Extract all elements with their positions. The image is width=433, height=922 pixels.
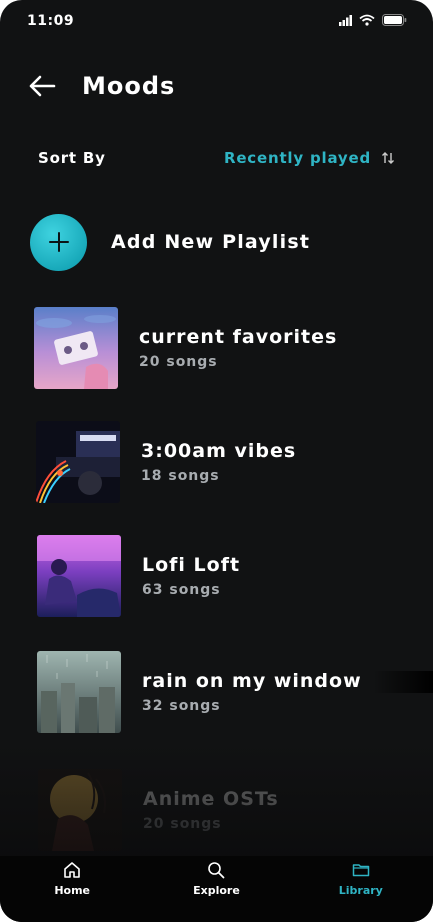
- plus-icon: [48, 232, 69, 252]
- playlist-title: rain on my window: [142, 670, 362, 692]
- wifi-icon: [359, 14, 375, 26]
- playlist-cover: [34, 307, 118, 389]
- phone-screen: 11:09 Moods Sort By Recently played Add …: [0, 0, 433, 922]
- playlist-item[interactable]: Lofi Loft 63 songs: [37, 535, 240, 617]
- arrow-left-icon[interactable]: [28, 72, 56, 100]
- playlist-title: 3:00am vibes: [141, 440, 297, 462]
- sort-dropdown[interactable]: Recently played: [224, 149, 395, 167]
- folder-icon: [352, 864, 370, 877]
- playlist-cover: [36, 421, 120, 503]
- sort-arrows-icon: [382, 152, 394, 164]
- page-header: Moods: [28, 66, 175, 106]
- nav-item-library[interactable]: Library: [311, 856, 411, 897]
- signal-icon: [339, 14, 352, 26]
- add-playlist-button[interactable]: Add New Playlist: [30, 213, 310, 271]
- sort-label: Sort By: [38, 149, 106, 167]
- search-icon: [208, 862, 225, 879]
- playlist-item[interactable]: rain on my window 32 songs: [37, 651, 362, 733]
- home-icon: [64, 862, 80, 878]
- playlist-cover: [37, 651, 121, 733]
- sort-value: Recently played: [223, 149, 371, 167]
- scroll-edge-shade: [373, 671, 433, 693]
- playlist-title: Lofi Loft: [142, 554, 241, 576]
- playlist-song-count: 20 songs: [143, 816, 222, 832]
- add-playlist-label: Add New Playlist: [111, 231, 311, 253]
- playlist-title: Anime OSTs: [143, 788, 279, 810]
- nav-label: Home: [54, 884, 90, 897]
- nav-item-explore[interactable]: Explore: [166, 856, 266, 897]
- bottom-nav: Home Explore Library: [0, 856, 433, 922]
- playlist-item[interactable]: Anime OSTs 20 songs: [38, 769, 279, 851]
- sort-row: Sort By Recently played: [38, 146, 395, 170]
- nav-label: Explore: [193, 884, 240, 897]
- status-bar: 11:09: [0, 0, 433, 44]
- page-title: Moods: [82, 72, 176, 100]
- status-icons: [339, 14, 407, 26]
- playlist-cover: [38, 769, 122, 851]
- playlist-cover: [37, 535, 121, 617]
- playlist-song-count: 20 songs: [139, 354, 218, 370]
- nav-item-home[interactable]: Home: [22, 856, 122, 897]
- playlist-item[interactable]: 3:00am vibes 18 songs: [36, 421, 296, 503]
- battery-icon: [382, 14, 407, 26]
- playlist-title: current favorites: [139, 326, 338, 348]
- add-playlist-circle[interactable]: [30, 213, 87, 271]
- playlist-song-count: 32 songs: [142, 698, 221, 714]
- playlist-song-count: 18 songs: [141, 468, 220, 484]
- playlist-song-count: 63 songs: [142, 582, 221, 598]
- playlist-item[interactable]: current favorites 20 songs: [34, 307, 337, 389]
- nav-label: Library: [338, 884, 383, 897]
- status-time: 11:09: [27, 13, 75, 29]
